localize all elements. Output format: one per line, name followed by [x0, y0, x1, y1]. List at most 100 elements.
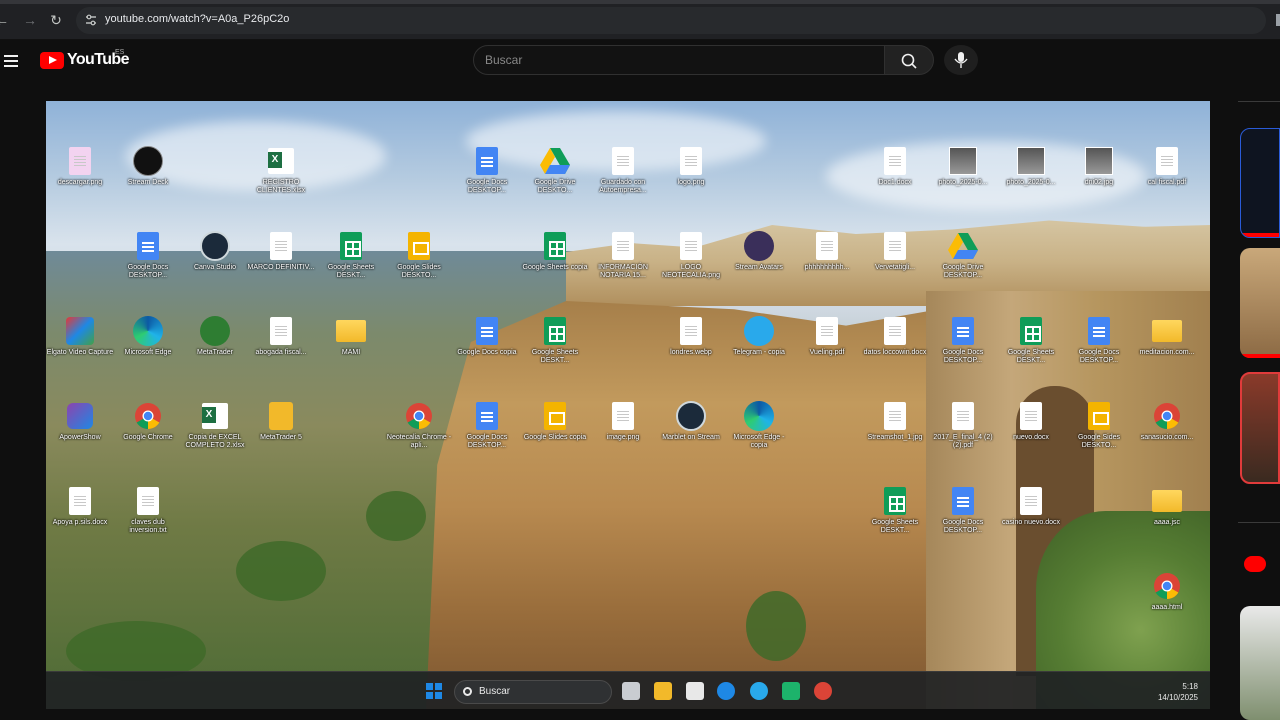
- chrome-taskbar-icon[interactable]: [814, 682, 832, 700]
- desktop-icon[interactable]: MAMI: [317, 316, 385, 357]
- desktop-icon[interactable]: ApowerShow: [46, 401, 114, 442]
- desktop-icon[interactable]: INFORMACIÓN NOTARIA 15...: [589, 231, 657, 280]
- desktop-icon[interactable]: Google Docs DESKTOP...: [453, 146, 521, 195]
- video-thumbnail[interactable]: [1240, 606, 1280, 720]
- desktop-icon[interactable]: Microsoft Edge: [114, 316, 182, 357]
- desktop-icon[interactable]: photo_2025-0...: [997, 146, 1065, 187]
- extension-icon[interactable]: [1276, 14, 1280, 26]
- desktop-icon[interactable]: Neotecalia Chrome - apli...: [385, 401, 453, 450]
- file-explorer-icon[interactable]: [654, 682, 672, 700]
- youtube-logo[interactable]: YouTube ES: [40, 49, 129, 69]
- excel-icon: [266, 146, 296, 176]
- voice-search-button[interactable]: [944, 45, 978, 75]
- desktop-icon[interactable]: LOGO NEOTECALIA.png: [657, 231, 725, 280]
- desktop-icon[interactable]: Google Sides DESKTO...: [1065, 401, 1133, 450]
- desktop-icon[interactable]: REGISTRO CLIENTES.xlsx: [247, 146, 315, 195]
- desktop-icon[interactable]: Google Docs copia: [453, 316, 521, 357]
- desktop-icon[interactable]: Google Chrome: [114, 401, 182, 442]
- doc-icon: [608, 146, 638, 176]
- store-icon[interactable]: [686, 682, 704, 700]
- desktop-icon[interactable]: Doc1.docx: [861, 146, 929, 187]
- desktop-icon[interactable]: Guardado con Autoempresa...: [589, 146, 657, 195]
- system-clock[interactable]: 5:18 14/10/2025: [1158, 681, 1198, 703]
- desktop-icon[interactable]: MARCO DEFINITIV...: [247, 231, 315, 272]
- desktop-icon-label: Elgato Video Capture: [46, 349, 114, 356]
- desktop-icon[interactable]: Google Docs DESKTOP...: [929, 316, 997, 365]
- address-bar[interactable]: youtube.com/watch?v=A0a_P26pC2o: [76, 7, 1266, 34]
- taskbar-search[interactable]: Buscar: [454, 680, 612, 704]
- desktop-icon[interactable]: datos loccowin.docx: [861, 316, 929, 357]
- video-player[interactable]: descargar.png Stream Deck REGISTRO CLIENTE…: [46, 101, 1210, 709]
- app-taskbar-icon[interactable]: [782, 682, 800, 700]
- desktop-icon[interactable]: Google Sheets copia: [521, 231, 589, 272]
- desktop-icon[interactable]: Google Drive DESKTOP...: [929, 231, 997, 280]
- desktop-icon[interactable]: abogada fiscal...: [247, 316, 315, 357]
- desktop-icon[interactable]: meditacion.com...: [1133, 316, 1201, 357]
- desktop-icon[interactable]: Google Sheets DESKT...: [317, 231, 385, 280]
- desktop-icon[interactable]: Copia de EXCEL COMPLETO 2.xlsx: [181, 401, 249, 450]
- desktop-icon[interactable]: Google Sheets DESKT...: [997, 316, 1065, 365]
- forward-icon[interactable]: →: [22, 12, 38, 28]
- desktop-icon[interactable]: Elgato Video Capture: [46, 316, 114, 357]
- desktop-icon[interactable]: nuevo.docx: [997, 401, 1065, 442]
- desktop-icon[interactable]: aaaa.html: [1133, 571, 1201, 612]
- desktop-icon[interactable]: Google Docs DESKTOP...: [929, 486, 997, 535]
- gdoc-icon: [1084, 316, 1114, 346]
- desktop-icon[interactable]: londres.webp: [657, 316, 725, 357]
- desktop-icon-label: cal fiscal.pdf: [1147, 179, 1187, 186]
- back-icon[interactable]: ←: [0, 12, 10, 28]
- windows-start-icon[interactable]: [426, 683, 442, 699]
- site-settings-icon[interactable]: [84, 13, 98, 27]
- desktop-icon[interactable]: Streamshot_1.jpg: [861, 401, 929, 442]
- desktop-icon[interactable]: photo_2025-0...: [929, 146, 997, 187]
- desktop-icon[interactable]: Vervetatigli...: [861, 231, 929, 272]
- desktop-icon[interactable]: Apoya p.sils.docx: [46, 486, 114, 527]
- divider: [1238, 101, 1280, 102]
- task-view-icon[interactable]: [622, 682, 640, 700]
- desktop-icon[interactable]: Google Docs DESKTOP...: [1065, 316, 1133, 365]
- desktop-icon[interactable]: Google Sheets DESKT...: [521, 316, 589, 365]
- gslide-icon: [540, 401, 570, 431]
- desktop-icon[interactable]: Stream Avatars: [725, 231, 793, 272]
- desktop-icon[interactable]: sanasucio.com...: [1133, 401, 1201, 442]
- url-text[interactable]: youtube.com/watch?v=A0a_P26pC2o: [105, 13, 289, 25]
- desktop-icon[interactable]: image.png: [589, 401, 657, 442]
- video-thumbnail[interactable]: [1240, 248, 1280, 358]
- desktop-icon[interactable]: Google Slides DESKTO...: [385, 231, 453, 280]
- round-icon: [676, 401, 706, 431]
- reload-icon[interactable]: ↻: [48, 12, 64, 28]
- telegram-taskbar-icon[interactable]: [750, 682, 768, 700]
- desktop-icon[interactable]: casino nuevo.docx: [997, 486, 1065, 527]
- desktop-icon[interactable]: Google Docs DESKTOP...: [114, 231, 182, 280]
- desktop-icon[interactable]: Google Slides copia: [521, 401, 589, 442]
- desktop-icon[interactable]: Marblet on Stream: [657, 401, 725, 442]
- desktop-icon[interactable]: Stream Deck: [114, 146, 182, 187]
- search-button[interactable]: [884, 45, 934, 75]
- desktop-icon[interactable]: Google Docs DESKTOP...: [453, 401, 521, 450]
- desktop-icon[interactable]: claves dub inversion.txt: [114, 486, 182, 535]
- doc-icon: [608, 231, 638, 261]
- desktop-icon[interactable]: logo.png: [657, 146, 725, 187]
- desktop-icon[interactable]: 2017_E_final_4 (2) (2).pdf: [929, 401, 997, 450]
- desktop-icon[interactable]: Telegram - copia: [725, 316, 793, 357]
- desktop-icon[interactable]: Google Drive DESKTO...: [521, 146, 589, 195]
- desktop-icon[interactable]: Microsoft Edge - copia: [725, 401, 793, 450]
- desktop-icon[interactable]: descargar.png: [46, 146, 114, 187]
- desktop-icon[interactable]: MetaTrader 5: [247, 401, 315, 442]
- desktop-icon[interactable]: cal fiscal.pdf: [1133, 146, 1201, 187]
- guide-menu-button[interactable]: [4, 52, 22, 68]
- desktop-icon[interactable]: Google Sheets DESKT...: [861, 486, 929, 535]
- search-box[interactable]: [473, 45, 885, 75]
- video-thumbnail[interactable]: [1240, 128, 1280, 238]
- desktop-icon[interactable]: phhhhhhhhh...: [793, 231, 861, 272]
- desktop-icon-label: Stream Deck: [127, 179, 169, 186]
- desktop-icon[interactable]: Canva Studio: [181, 231, 249, 272]
- desktop-icon-label: Google Slides DESKTO...: [397, 264, 441, 279]
- edge-taskbar-icon[interactable]: [717, 682, 735, 700]
- video-thumbnail[interactable]: [1240, 372, 1280, 484]
- desktop-icon[interactable]: MetaTrader: [181, 316, 249, 357]
- desktop-icon[interactable]: aaaa.jsc: [1133, 486, 1201, 527]
- desktop-icon[interactable]: Vueling.pdf: [793, 316, 861, 357]
- desktop-icon[interactable]: dni02.jpg: [1065, 146, 1133, 187]
- search-input[interactable]: [485, 51, 865, 69]
